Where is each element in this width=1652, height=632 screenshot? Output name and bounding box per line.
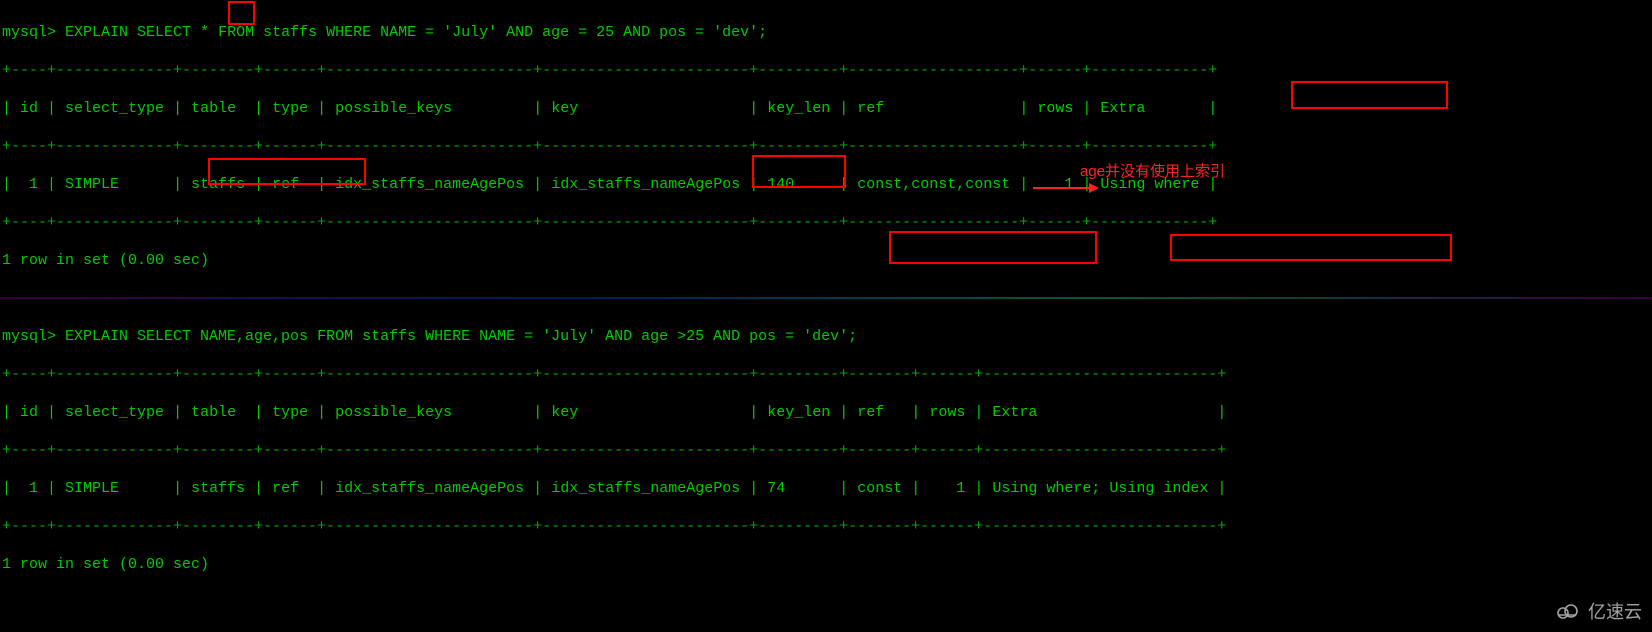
- watermark-text: 亿速云: [1588, 598, 1642, 624]
- table1-row: | 1 | SIMPLE | staffs | ref | idx_staffs…: [2, 175, 1650, 194]
- annotation-text: age并没有使用上索引: [1080, 162, 1225, 181]
- query1-footer: 1 row in set (0.00 sec): [2, 251, 1650, 270]
- table2-extra: Using where; Using index: [992, 480, 1208, 497]
- query1-line: mysql> EXPLAIN SELECT * FROM staffs WHER…: [2, 23, 1650, 42]
- cloud-icon: [1554, 601, 1582, 621]
- terminal[interactable]: mysql> EXPLAIN SELECT * FROM staffs WHER…: [0, 0, 1652, 632]
- table1-border-top: +----+-------------+--------+------+----…: [2, 61, 1650, 80]
- query2-age: age >25: [641, 328, 704, 345]
- table2-border-bot: +----+-------------+--------+------+----…: [2, 517, 1650, 536]
- query2-cols: NAME,age,pos: [200, 328, 308, 345]
- watermark: 亿速云: [1554, 598, 1642, 624]
- table2-border-top: +----+-------------+--------+------+----…: [2, 365, 1650, 384]
- table1-header: | id | select_type | table | type | poss…: [2, 99, 1650, 118]
- table1-border-mid: +----+-------------+--------+------+----…: [2, 137, 1650, 156]
- table2-header: | id | select_type | table | type | poss…: [2, 403, 1650, 422]
- table2-border-mid: +----+-------------+--------+------+----…: [2, 441, 1650, 460]
- highlight-star: [228, 1, 255, 25]
- query2-line: mysql> EXPLAIN SELECT NAME,age,pos FROM …: [2, 327, 1650, 346]
- artifact-strip-1: [0, 297, 1652, 299]
- query2-footer: 1 row in set (0.00 sec): [2, 555, 1650, 574]
- query1-star: *: [200, 24, 209, 41]
- table1-border-bot: +----+-------------+--------+------+----…: [2, 213, 1650, 232]
- table2-row: | 1 | SIMPLE | staffs | ref | idx_staffs…: [2, 479, 1650, 498]
